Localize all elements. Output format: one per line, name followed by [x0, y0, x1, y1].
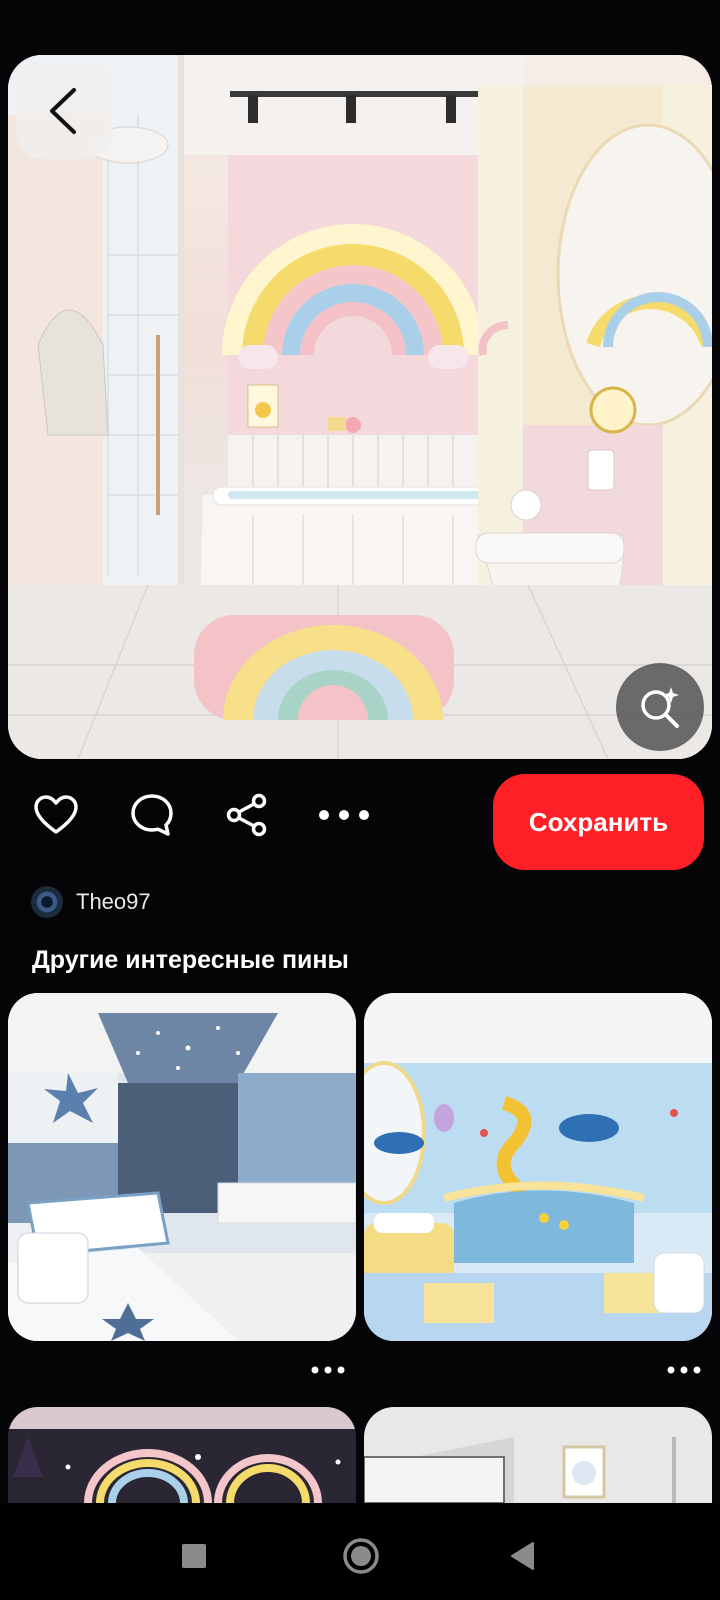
avatar[interactable]	[31, 886, 63, 918]
pin-tile[interactable]	[364, 1407, 712, 1503]
comment-button[interactable]	[122, 785, 182, 845]
visual-search-button[interactable]	[616, 663, 704, 751]
pin-tile-image	[8, 993, 356, 1341]
visual-search-icon	[641, 687, 679, 728]
recents-button[interactable]	[181, 1543, 207, 1574]
chevron-left-icon	[50, 88, 76, 134]
back-nav-button[interactable]	[509, 1541, 535, 1576]
pin-image[interactable]	[8, 55, 712, 759]
more-horizontal-icon	[311, 1366, 345, 1374]
tile-more-button[interactable]	[659, 1358, 709, 1382]
square-icon	[182, 1544, 206, 1568]
like-button[interactable]	[26, 785, 86, 845]
pin-tile-image	[364, 1407, 712, 1503]
more-horizontal-icon	[667, 1366, 701, 1374]
triangle-back-icon	[511, 1542, 534, 1570]
pin-tile-image	[364, 993, 712, 1341]
heart-icon	[34, 795, 78, 834]
pin-tile[interactable]	[8, 1407, 356, 1503]
circle-icon	[343, 1538, 379, 1574]
more-horizontal-icon	[319, 810, 369, 820]
pin-tile[interactable]	[8, 993, 356, 1341]
tile-more-button[interactable]	[303, 1358, 353, 1382]
pin-image-illustration	[8, 55, 712, 759]
more-button[interactable]	[314, 785, 374, 845]
pin-tile-image	[8, 1407, 356, 1503]
back-button[interactable]	[16, 63, 112, 159]
save-button[interactable]: Сохранить	[493, 774, 704, 870]
system-nav-bar	[0, 1503, 720, 1600]
share-icon	[226, 793, 267, 837]
comment-icon	[131, 794, 173, 836]
home-button[interactable]	[342, 1537, 380, 1580]
share-button[interactable]	[217, 785, 277, 845]
section-title: Другие интересные пины	[32, 946, 349, 974]
pin-tile[interactable]	[364, 993, 712, 1341]
author-name[interactable]: Theo97	[76, 889, 151, 915]
